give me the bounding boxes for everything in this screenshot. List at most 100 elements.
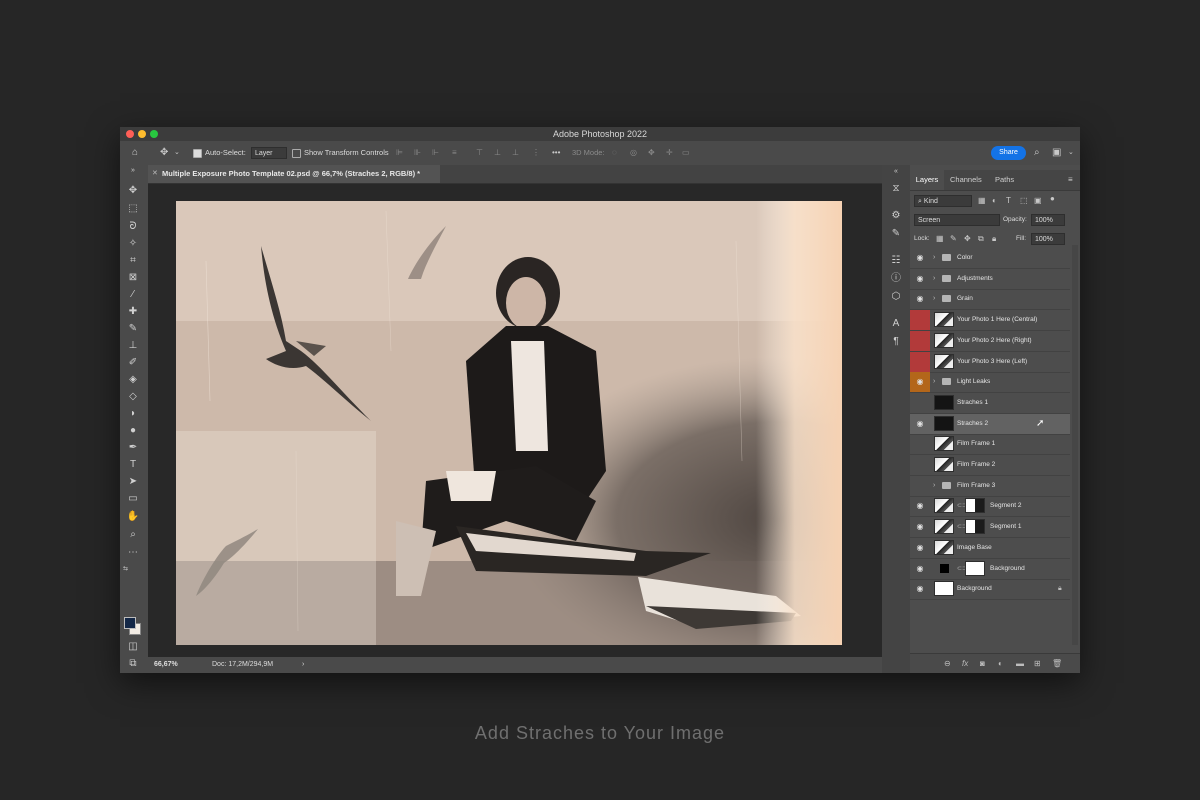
rectangle-tool-icon[interactable]: ▭ xyxy=(126,493,140,505)
crop-tool-icon[interactable]: ⌗ xyxy=(126,255,140,267)
blur-tool-icon[interactable]: ◗ xyxy=(126,408,140,420)
layers-scrollbar[interactable] xyxy=(1072,245,1078,645)
align-left-icon[interactable]: ⊫ xyxy=(396,147,403,159)
zoom-level[interactable]: 66,67% xyxy=(154,657,178,673)
hand-tool-icon[interactable]: ✋ xyxy=(126,511,140,523)
visibility-eye-icon[interactable] xyxy=(910,330,930,351)
visibility-eye-icon[interactable]: ◉ xyxy=(910,269,930,289)
layer-mask-thumbnail[interactable] xyxy=(965,519,985,535)
status-arrow-icon[interactable]: › xyxy=(302,657,304,673)
layer-row[interactable]: › Film Frame 3 xyxy=(910,476,1070,497)
trash-icon[interactable]: 🗑︎ xyxy=(1052,654,1062,673)
3d-panel-icon[interactable]: ⬡ xyxy=(889,291,903,303)
align-right-icon[interactable]: ⊩ xyxy=(432,147,439,159)
filter-kind-dropdown[interactable]: ⌕ Kind xyxy=(914,195,972,207)
workspace-chevron-icon[interactable]: ⌄ xyxy=(1068,147,1074,159)
lock-transparent-icon[interactable]: ▦ xyxy=(936,233,944,245)
layer-row[interactable]: ◉ ⊂⊃ Background xyxy=(910,559,1070,580)
layer-row[interactable]: ◉ ⊂⊃ Segment 1 xyxy=(910,517,1070,539)
filter-pixel-icon[interactable]: ▦ xyxy=(978,195,986,207)
paint-bucket-icon[interactable]: ◇ xyxy=(126,391,140,403)
3d-pan-icon[interactable]: ✥ xyxy=(648,147,655,159)
move-tool-icon[interactable]: ✥ xyxy=(160,147,168,159)
frame-tool-icon[interactable]: ⊠ xyxy=(126,272,140,284)
more-options-icon[interactable]: ••• xyxy=(552,147,560,159)
layer-mask-thumbnail[interactable] xyxy=(965,560,985,576)
fill-field[interactable]: 100% xyxy=(1031,233,1065,245)
show-transform-checkbox[interactable] xyxy=(292,149,301,158)
align-middle-icon[interactable]: ⊥ xyxy=(494,147,501,159)
lock-artboard-icon[interactable]: ⧉ xyxy=(978,233,984,245)
workspace-icon[interactable]: ▣ xyxy=(1052,147,1061,159)
visibility-eye-icon[interactable]: ◉ xyxy=(910,289,930,309)
tab-channels[interactable]: Channels xyxy=(950,170,982,190)
expand-chevron-icon[interactable]: › xyxy=(933,269,935,289)
home-icon[interactable]: ⌂ xyxy=(132,147,138,159)
brush-settings-icon[interactable]: ⚙ xyxy=(889,210,903,222)
3d-roll-icon[interactable]: ◎ xyxy=(630,147,637,159)
filter-type-icon[interactable]: T xyxy=(1006,195,1011,207)
eyedropper-icon[interactable]: ⁄ xyxy=(126,289,140,301)
link-layers-icon[interactable]: ⊖ xyxy=(944,654,951,673)
align-center-icon[interactable]: ⊪ xyxy=(414,147,421,159)
auto-select-target-dropdown[interactable]: Layer xyxy=(251,147,287,159)
history-brush-icon[interactable]: ✐ xyxy=(126,357,140,369)
tab-layers[interactable]: Layers xyxy=(910,170,944,190)
blend-mode-dropdown[interactable]: Screen xyxy=(914,214,1000,226)
visibility-eye-icon[interactable]: ◉ xyxy=(910,517,930,537)
layer-row[interactable]: Film Frame 1 xyxy=(910,434,1070,456)
more-tools-icon[interactable]: ⋯ xyxy=(126,547,140,559)
align-bottom-icon[interactable]: ⊥ xyxy=(512,147,519,159)
layer-row[interactable]: Straches 1 xyxy=(910,393,1070,414)
distribute-vertical-icon[interactable]: ⋮ xyxy=(532,147,540,159)
visibility-eye-icon[interactable] xyxy=(910,310,930,331)
layer-row[interactable]: ◉ ⊂⊃ Segment 2 xyxy=(910,496,1070,518)
type-tool-icon[interactable]: T xyxy=(126,459,140,471)
lock-all-icon[interactable]: 🔒︎ xyxy=(992,233,996,245)
move-tool-icon[interactable]: ✥ xyxy=(126,185,140,197)
history-panel-icon[interactable]: ⧖ xyxy=(889,183,903,195)
visibility-eye-icon[interactable]: ◉ xyxy=(910,579,930,599)
layer-row[interactable]: Film Frame 2 xyxy=(910,455,1070,476)
visibility-eye-icon[interactable]: ◉ xyxy=(910,538,930,558)
marquee-tool-icon[interactable]: ⬚ xyxy=(126,203,140,215)
canvas-area[interactable] xyxy=(148,184,882,657)
swap-colors-icon[interactable]: ⇆ xyxy=(123,565,128,572)
visibility-eye-icon[interactable] xyxy=(910,393,930,413)
opacity-field[interactable]: 100% xyxy=(1031,214,1065,226)
3d-orbit-icon[interactable]: ◌ xyxy=(612,147,617,159)
zoom-tool-icon[interactable]: ⌕ xyxy=(126,529,140,541)
collapse-dock-icon[interactable]: « xyxy=(889,166,903,178)
visibility-eye-icon[interactable]: ◉ xyxy=(910,372,930,393)
new-layer-icon[interactable]: ⊞ xyxy=(1034,654,1041,673)
visibility-eye-icon[interactable] xyxy=(910,455,930,475)
paragraph-panel-icon[interactable]: ¶ xyxy=(889,336,903,348)
maximize-window-button[interactable] xyxy=(150,130,158,138)
lock-position-icon[interactable]: ✥ xyxy=(964,233,971,245)
visibility-eye-icon[interactable]: ◉ xyxy=(910,248,930,268)
visibility-eye-icon[interactable]: ◉ xyxy=(910,414,930,434)
filter-smart-icon[interactable]: ▣ xyxy=(1034,195,1042,207)
distribute-icon[interactable]: ≡ xyxy=(452,147,457,159)
expand-chevron-icon[interactable]: › xyxy=(933,476,935,496)
close-window-button[interactable] xyxy=(126,130,134,138)
layer-row[interactable]: ◉ › Color xyxy=(910,248,1070,269)
layer-row[interactable]: Your Photo 3 Here (Left) xyxy=(910,351,1070,373)
quick-mask-icon[interactable]: ◫ xyxy=(126,641,140,653)
visibility-eye-icon[interactable]: ◉ xyxy=(910,559,930,579)
lasso-tool-icon[interactable]: ᘐ xyxy=(126,221,140,233)
layer-row[interactable]: Your Photo 1 Here (Central) xyxy=(910,310,1070,332)
foreground-color-swatch[interactable] xyxy=(124,617,136,629)
info-icon[interactable]: ⓘ xyxy=(889,273,903,285)
dodge-tool-icon[interactable]: ● xyxy=(126,425,140,437)
new-adjustment-icon[interactable]: ◐ xyxy=(998,654,1003,673)
expand-chevron-icon[interactable]: › xyxy=(933,289,935,309)
expand-chevron-icon[interactable]: › xyxy=(933,372,935,392)
character-panel-icon[interactable]: A xyxy=(889,318,903,330)
eraser-icon[interactable]: ◈ xyxy=(126,374,140,386)
minimize-window-button[interactable] xyxy=(138,130,146,138)
healing-brush-icon[interactable]: ✚ xyxy=(126,306,140,318)
visibility-eye-icon[interactable] xyxy=(910,434,930,454)
3d-slide-icon[interactable]: ✛ xyxy=(666,147,673,159)
layer-row[interactable]: ◉ › Light Leaks xyxy=(910,372,1070,394)
